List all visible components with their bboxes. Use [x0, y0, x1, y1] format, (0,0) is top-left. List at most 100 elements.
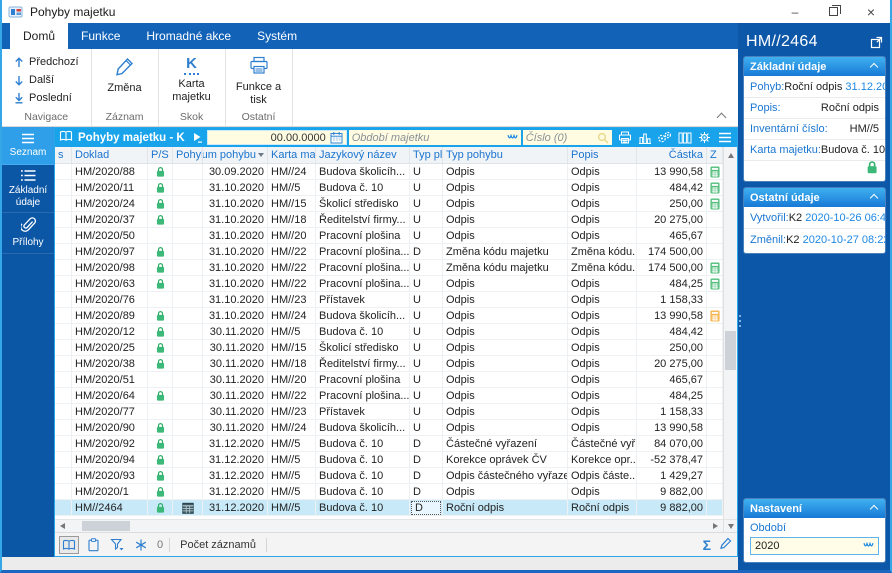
open-in-window-icon[interactable] [870, 36, 883, 49]
printer-icon[interactable] [616, 129, 633, 146]
table-row[interactable]: HM/2020/2530.11.2020HM//15Školicí středi… [55, 340, 723, 356]
table-row[interactable]: HM/2020/2431.10.2020HM//15Školicí středi… [55, 196, 723, 212]
collapse-chevron-icon[interactable] [871, 64, 879, 70]
table-row[interactable]: HM/2020/6430.11.2020HM//22Pracovní ploši… [55, 388, 723, 404]
calc-icon [710, 310, 720, 322]
column-header-doklad[interactable]: Doklad [72, 147, 148, 163]
column-header-datum-pohybu[interactable]: Datum pohybu [203, 147, 268, 163]
table-row[interactable]: HM/2020/9731.10.2020HM//22Pracovní ploši… [55, 244, 723, 260]
horizontal-scrollbar-thumb[interactable] [82, 521, 130, 531]
table-row[interactable]: HM/2020/9431.12.2020HM//5Budova č. 10DKo… [55, 452, 723, 468]
ribbon-collapse-chevron[interactable] [718, 112, 728, 120]
book-icon [59, 130, 73, 145]
dalsi-button[interactable]: Další [10, 73, 83, 87]
field-value: K2 2020-10-26 06:40:40 [789, 212, 885, 224]
panel-splitter-handle[interactable] [738, 315, 742, 327]
chart-icon[interactable] [636, 129, 653, 146]
column-header-jazykovy-nazev[interactable]: Jazykový název [316, 147, 410, 163]
period-filter-input[interactable]: Období majetku [349, 130, 521, 145]
column-header-p-s[interactable]: P/S [148, 147, 173, 163]
sum-icon[interactable]: Σ [703, 537, 711, 553]
scroll-up-button[interactable] [723, 147, 737, 164]
table-row[interactable]: HM/2020/3731.10.2020HM//18Ředitelství fi… [55, 212, 723, 228]
dropdown-icon[interactable] [507, 134, 518, 142]
table-row[interactable]: HM/2020/131.12.2020HM//5Budova č. 10DOdp… [55, 484, 723, 500]
column-header-typ-planu[interactable]: Typ plánu [410, 147, 443, 163]
app-window: Pohyby majetku – × DomůFunkceHromadné ak… [0, 0, 892, 573]
collapse-chevron-icon[interactable] [871, 506, 879, 512]
calendar-icon[interactable] [330, 131, 343, 144]
table-row[interactable]: HM/2020/9331.12.2020HM//5Budova č. 10DOd… [55, 468, 723, 484]
pencil-icon [115, 56, 135, 79]
tab-domu[interactable]: Domů [10, 23, 68, 49]
focused-cell[interactable]: D [411, 501, 441, 515]
vertical-scrollbar[interactable] [723, 164, 737, 519]
menu-icon[interactable] [716, 129, 733, 146]
clipboard-icon[interactable] [83, 536, 103, 554]
date-filter-input[interactable]: 00.00.0000 [207, 130, 347, 145]
table-row[interactable]: HM/2020/1230.11.2020HM//5Budova č. 10UOd… [55, 324, 723, 340]
karta-majetku-button[interactable]: K Karta majetku [163, 51, 221, 109]
lock-icon [155, 502, 166, 514]
table-row[interactable]: HM/2020/8931.10.2020HM//24Budova školicí… [55, 308, 723, 324]
freeze-icon[interactable] [131, 536, 151, 554]
table-row[interactable]: HM/2020/9831.10.2020HM//22Pracovní ploši… [55, 260, 723, 276]
vertical-scrollbar-thumb[interactable] [725, 331, 736, 370]
view-book-icon[interactable] [59, 536, 79, 554]
scroll-down-button[interactable] [723, 520, 737, 532]
scroll-right-button[interactable] [708, 520, 723, 532]
posledni-button[interactable]: Poslední [10, 91, 83, 105]
predchozi-button[interactable]: Předchozí [10, 55, 83, 69]
column-header-pohyb[interactable]: Pohyb [173, 147, 203, 163]
obdobi-input[interactable]: 2020 [750, 537, 879, 555]
edit-icon[interactable] [719, 536, 733, 553]
table-row[interactable]: HM/2020/5031.10.2020HM//20Pracovní ploši… [55, 228, 723, 244]
restore-button[interactable] [814, 0, 852, 23]
number-filter-input[interactable]: Číslo (0) [523, 130, 612, 145]
minimize-button[interactable]: – [776, 0, 814, 23]
lock-icon [155, 262, 166, 274]
sidebar-item-zakladni-udaje[interactable]: Základní údaje [2, 165, 54, 213]
column-header-z[interactable]: Z [707, 147, 723, 163]
detail-field-row: Popis:Roční odpis [744, 98, 885, 119]
column-header-karta-maje[interactable]: Karta maje [268, 147, 316, 163]
close-button[interactable]: × [852, 0, 890, 23]
table-row[interactable]: HM/2020/1131.10.2020HM//5Budova č. 10UOd… [55, 180, 723, 196]
tab-system[interactable]: Systém [244, 23, 310, 49]
table-row[interactable]: HM/2020/9030.11.2020HM//24Budova školicí… [55, 420, 723, 436]
ribbon-group-zaznam: Změna Záznam [92, 49, 159, 126]
zmena-button[interactable]: Změna [96, 51, 154, 109]
sidebar-item-prilohy[interactable]: Přílohy [2, 213, 54, 254]
table-body: HM/2020/8830.09.2020HM//24Budova školicí… [55, 164, 723, 519]
sidebar: SeznamZákladní údajePřílohy [2, 127, 54, 557]
table-row[interactable]: HM/2020/8830.09.2020HM//24Budova školicí… [55, 164, 723, 180]
funkce-a-tisk-button[interactable]: Funkce a tisk [230, 51, 288, 109]
table-row[interactable]: HM/2020/5130.11.2020HM//20Pracovní ploši… [55, 372, 723, 388]
table-row[interactable]: HM/2020/3830.11.2020HM//18Ředitelství fi… [55, 356, 723, 372]
tab-funkce[interactable]: Funkce [68, 23, 133, 49]
table-row[interactable]: HM//246431.12.2020HM//5Budova č. 10DRočn… [55, 500, 723, 516]
arrow-up-icon [14, 57, 24, 68]
filter-icon[interactable] [107, 536, 127, 554]
column-header-castka[interactable]: Částka [637, 147, 707, 163]
table-row[interactable]: HM/2020/6331.10.2020HM//22Pracovní ploši… [55, 276, 723, 292]
ribbon-group-navigace: PředchozíDalšíPoslední Navigace [2, 49, 92, 126]
tab-hromadne-akce[interactable]: Hromadné akce [133, 23, 244, 49]
gears-icon[interactable] [656, 129, 673, 146]
horizontal-scrollbar[interactable] [55, 519, 737, 532]
table-row[interactable]: HM/2020/7730.11.2020HM//23PřístavekUOdpi… [55, 404, 723, 420]
table-row[interactable]: HM/2020/7631.10.2020HM//23PřístavekUOdpi… [55, 292, 723, 308]
play-icon[interactable] [191, 132, 205, 143]
column-header-typ-pohybu[interactable]: Typ pohybu [443, 147, 568, 163]
collapse-chevron-icon[interactable] [871, 195, 879, 201]
column-header-s[interactable]: s [55, 147, 72, 163]
columns-icon[interactable] [676, 129, 693, 146]
scroll-left-button[interactable] [55, 520, 70, 532]
settings-icon[interactable] [696, 129, 713, 146]
section-title: Nastavení [750, 503, 802, 515]
sidebar-item-seznam[interactable]: Seznam [2, 127, 54, 165]
table-row[interactable]: HM/2020/9231.12.2020HM//5Budova č. 10DČá… [55, 436, 723, 452]
dropdown-icon[interactable] [863, 542, 874, 550]
column-header-popis[interactable]: Popis [568, 147, 637, 163]
search-icon[interactable] [597, 132, 609, 144]
